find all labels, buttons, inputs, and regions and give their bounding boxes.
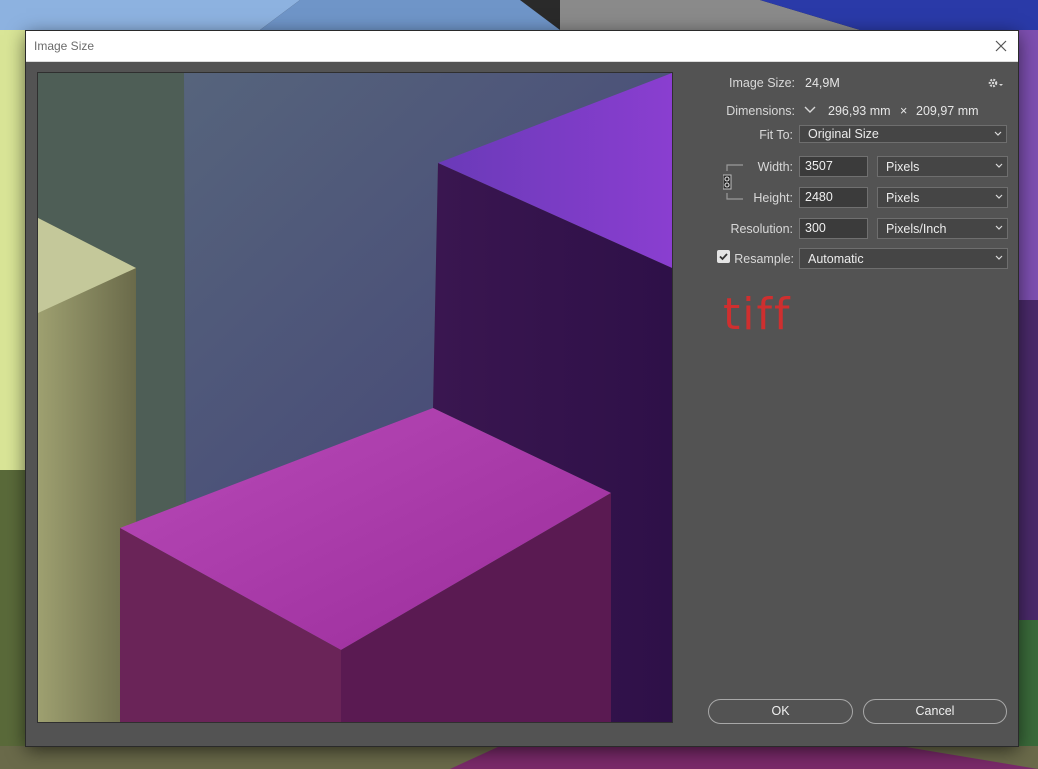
resample-value: Automatic <box>808 252 864 266</box>
height-unit-select[interactable]: Pixels <box>877 187 1008 208</box>
fit-to-value: Original Size <box>808 127 879 141</box>
height-label: Height: <box>753 191 793 205</box>
title-bar: Image Size <box>26 31 1018 62</box>
resample-select[interactable]: Automatic <box>799 248 1008 269</box>
image-size-label: Image Size: <box>728 76 795 90</box>
height-unit-value: Pixels <box>886 191 920 205</box>
image-preview[interactable] <box>37 72 673 723</box>
fit-to-label: Fit To: <box>759 128 793 142</box>
close-icon <box>995 40 1007 52</box>
dimensions-separator: × <box>900 104 908 118</box>
image-size-dialog: Image Size Image Size: 24,9M Dimensions:… <box>26 31 1018 746</box>
checkmark-icon <box>719 253 728 261</box>
width-input[interactable]: 3507 <box>799 156 868 177</box>
tiff-annotation: tiff <box>723 289 792 340</box>
chevron-down-icon <box>995 163 1003 168</box>
resample-checkbox[interactable] <box>717 250 730 263</box>
width-label: Width: <box>757 160 793 174</box>
dimensions-width-value: 296,93 mm <box>828 104 891 118</box>
width-unit-select[interactable]: Pixels <box>877 156 1008 177</box>
chevron-down-icon[interactable] <box>803 104 817 116</box>
gear-icon[interactable] <box>987 76 1005 90</box>
dialog-title: Image Size <box>34 39 95 53</box>
resample-label: Resample: <box>734 252 794 266</box>
dimensions-height-value: 209,97 mm <box>916 104 979 118</box>
image-size-value: 24,9M <box>805 76 840 90</box>
resolution-unit-select[interactable]: Pixels/Inch <box>877 218 1008 239</box>
resolution-input[interactable]: 300 <box>799 218 868 239</box>
fit-to-select[interactable]: Original Size <box>799 125 1007 143</box>
cancel-button[interactable]: Cancel <box>863 699 1007 724</box>
chevron-down-icon <box>994 131 1002 136</box>
close-button[interactable] <box>984 31 1018 61</box>
chevron-down-icon <box>995 194 1003 199</box>
ok-button[interactable]: OK <box>708 699 853 724</box>
resolution-unit-value: Pixels/Inch <box>886 222 947 236</box>
height-input[interactable]: 2480 <box>799 187 868 208</box>
dimensions-label: Dimensions: <box>726 104 795 118</box>
resolution-label: Resolution: <box>730 222 793 236</box>
chevron-down-icon <box>995 255 1003 260</box>
preview-image <box>38 73 672 722</box>
width-unit-value: Pixels <box>886 160 920 174</box>
chevron-down-icon <box>995 225 1003 230</box>
